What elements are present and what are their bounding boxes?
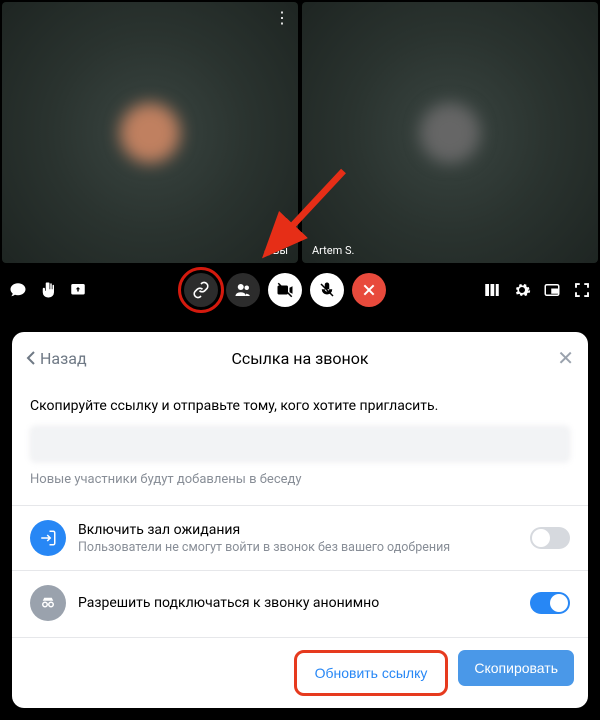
option-title: Включить зал ожидания (78, 522, 518, 538)
back-label: Назад (40, 349, 87, 368)
participant-tile-self[interactable]: ⋮ Вы (2, 2, 298, 263)
back-button[interactable]: Назад (26, 349, 87, 368)
option-title: Разрешить подключаться к звонку анонимно (78, 595, 518, 611)
waiting-room-option: Включить зал ожидания Пользователи не см… (30, 506, 570, 570)
close-button[interactable]: ✕ (557, 346, 574, 370)
waiting-room-toggle[interactable] (530, 527, 570, 549)
anonymous-toggle[interactable] (530, 592, 570, 614)
instruction-text: Скопируйте ссылку и отправьте тому, кого… (30, 398, 570, 414)
layout-icon[interactable] (482, 280, 502, 300)
update-link-button[interactable]: Обновить ссылку (299, 655, 444, 691)
option-subtitle: Пользователи не смогут войти в звонок бе… (78, 540, 518, 555)
chevron-left-icon (26, 350, 36, 366)
participant-tile-other[interactable]: Artem S. (302, 2, 598, 263)
pip-icon[interactable] (542, 280, 562, 300)
participants-button[interactable] (226, 273, 260, 307)
camera-toggle-button[interactable] (268, 273, 302, 307)
sheet-footer: Обновить ссылку Скопировать (12, 637, 588, 708)
link-share-sheet: Назад Ссылка на звонок ✕ Скопируйте ссыл… (12, 332, 588, 708)
sheet-title: Ссылка на звонок (12, 349, 588, 368)
participant-label: Вы (273, 244, 288, 257)
avatar (120, 103, 180, 163)
link-input[interactable] (30, 426, 570, 462)
participant-tiles: ⋮ Вы Artem S. (0, 0, 600, 265)
screen-share-icon[interactable] (68, 280, 88, 300)
copy-button[interactable]: Скопировать (458, 650, 574, 686)
participant-label: Artem S. (312, 244, 354, 257)
video-call-area: ⋮ Вы Artem S. (0, 0, 600, 315)
mic-toggle-button[interactable] (310, 273, 344, 307)
tile-more-icon[interactable]: ⋮ (274, 8, 290, 27)
annotation-highlight: Обновить ссылку (294, 650, 449, 696)
incognito-icon (30, 585, 66, 621)
fullscreen-icon[interactable] (572, 280, 592, 300)
raise-hand-icon[interactable] (38, 280, 58, 300)
anonymous-option: Разрешить подключаться к звонку анонимно (30, 571, 570, 635)
chat-icon[interactable] (8, 280, 28, 300)
sheet-header: Назад Ссылка на звонок ✕ (12, 332, 588, 384)
avatar (420, 103, 480, 163)
end-call-button[interactable] (352, 273, 386, 307)
door-enter-icon (30, 520, 66, 556)
call-toolbar (0, 265, 600, 315)
invite-link-button[interactable] (184, 273, 218, 307)
hint-text: Новые участники будут добавлены в беседу (30, 472, 570, 487)
settings-icon[interactable] (512, 280, 532, 300)
